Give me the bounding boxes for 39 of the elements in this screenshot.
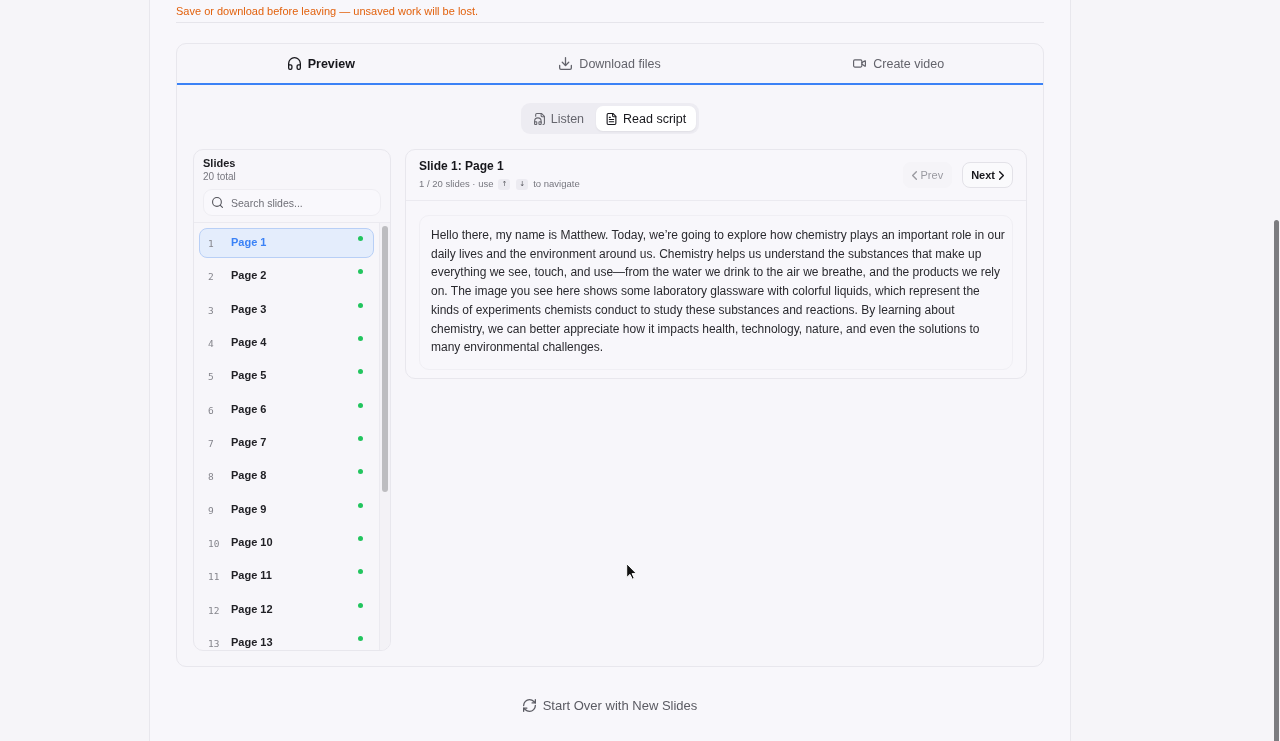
slide-list-item[interactable]: 7 Page 7 [199, 427, 374, 458]
slide-list-item[interactable]: 9 Page 9 [199, 494, 374, 525]
video-camera-icon [853, 57, 867, 70]
slide-count-text: 20 total [203, 170, 237, 183]
view-toggle-option[interactable]: Read script [596, 106, 697, 131]
start-over-button[interactable]: Start Over with New Slides [516, 691, 704, 719]
unsaved-warning-text: Save or download before leaving — unsaved work will be lost. [176, 5, 479, 17]
slide-list-item[interactable]: 5 Page 5 [199, 361, 374, 392]
slide-list-item[interactable]: 8 Page 8 [199, 461, 374, 492]
script-paragraph: Hello there, my name is Matthew. Today, we’re going to explore how chemistry plays an important role in our daily lives and the environment around us. Chemistry helps us understand the substances that make up everything we see, touch, and use—from the water we drink to the air we breathe, and the products we rely on. The image you see here shows some laboratory glassware with colorful liquids, which represent the kinds of experiments chemists conduct to study these substances and reactions. By learning about chemistry, we can better appreciate how it impacts health, technology, nature, and even the solutions to many environmental challenges. [431, 227, 1006, 357]
chevron-left-icon [911, 170, 917, 180]
next-button[interactable]: Next [962, 162, 1013, 188]
slide-list-item[interactable]: 10 Page 10 [199, 527, 374, 558]
audio-file-icon [533, 112, 545, 125]
slide-list-item[interactable]: 4 Page 4 [199, 328, 374, 358]
mouse-pointer-icon [626, 563, 637, 580]
navigate-hint-text: to navigate [533, 177, 580, 191]
headphones-icon [287, 57, 301, 70]
tab[interactable]: Create video [754, 44, 1043, 83]
view-toggle-option[interactable]: Listen [523, 106, 595, 131]
search-icon [212, 197, 223, 208]
list-scrollbar-thumb[interactable] [382, 226, 388, 492]
download-icon [559, 57, 573, 70]
refresh-icon [522, 698, 536, 712]
slide-list-item[interactable]: 13 Page 13 [199, 627, 374, 650]
slide-list-item[interactable]: 3 Page 3 [199, 294, 374, 325]
slide-title: Slide 1: Page 1 [419, 159, 504, 173]
slide-list-item[interactable]: 12 Page 12 [199, 594, 374, 625]
tab[interactable]: Preview [177, 44, 466, 83]
chevron-right-icon [999, 170, 1004, 180]
slide-position-text: 1 / 20 slides · use [419, 177, 494, 191]
search-field[interactable]: Search slides... [203, 189, 381, 216]
tab[interactable]: Download files [465, 44, 755, 83]
slide-list-item[interactable]: 6 Page 6 [199, 394, 374, 425]
slides-heading: Slides [203, 156, 237, 170]
slide-list-item[interactable]: 11 Page 11 [199, 561, 374, 592]
page-scrollbar-thumb[interactable] [1274, 220, 1279, 741]
document-icon [606, 112, 618, 125]
slide-list-item[interactable]: 2 Page 2 [199, 261, 374, 292]
